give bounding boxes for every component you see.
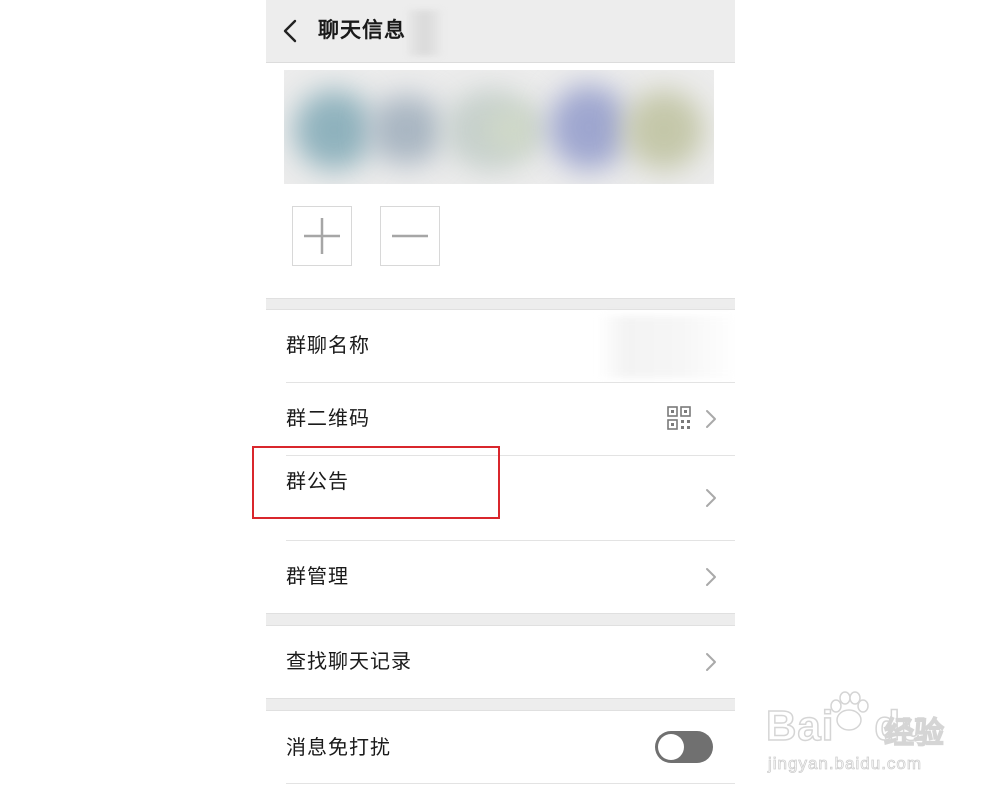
- group-notice-row[interactable]: 群公告: [266, 456, 735, 540]
- member-avatars-blurred: [284, 70, 714, 184]
- watermark-product: 经验: [883, 715, 944, 751]
- chevron-right-icon: [706, 653, 716, 671]
- search-history-label: 查找聊天记录: [286, 649, 412, 673]
- group-name-label: 群聊名称: [286, 333, 370, 357]
- group-name-value-redaction: [598, 316, 735, 378]
- chevron-right-icon: [706, 410, 716, 428]
- minus-icon: [392, 234, 428, 238]
- group-qr-row[interactable]: 群二维码: [266, 383, 735, 455]
- paw-icon: [830, 691, 869, 731]
- plus-icon: [304, 218, 340, 254]
- watermark-url: jingyan.baidu.com: [768, 754, 923, 774]
- section-separator: [266, 298, 735, 310]
- qr-code-icon: [667, 406, 691, 430]
- search-history-row[interactable]: 查找聊天记录: [266, 626, 735, 698]
- mute-label: 消息免打扰: [286, 735, 391, 759]
- section-separator: [266, 698, 735, 711]
- group-manage-label: 群管理: [286, 564, 349, 588]
- chevron-right-icon: [706, 568, 716, 586]
- section-separator: [266, 613, 735, 626]
- remove-member-button[interactable]: [380, 206, 440, 266]
- mute-toggle[interactable]: [655, 731, 713, 763]
- top-bar: 聊天信息: [266, 0, 735, 63]
- group-notice-label: 群公告: [286, 469, 349, 493]
- chevron-right-icon: [706, 489, 716, 507]
- baidu-jingyan-watermark: Bai du 经验 jingyan.baidu.com: [765, 691, 956, 782]
- divider: [286, 783, 735, 784]
- chevron-left-icon: [283, 19, 297, 43]
- page-title: 聊天信息: [318, 18, 406, 42]
- group-manage-row[interactable]: 群管理: [266, 541, 735, 613]
- chat-info-screen: 聊天信息 群聊名称 群二维码 群公告 群管理 查找聊天记录 消息免打扰: [266, 0, 735, 800]
- group-qr-label: 群二维码: [286, 406, 370, 430]
- toggle-knob: [658, 734, 684, 760]
- add-member-button[interactable]: [292, 206, 352, 266]
- back-button[interactable]: [280, 16, 302, 46]
- title-redaction: [408, 10, 442, 56]
